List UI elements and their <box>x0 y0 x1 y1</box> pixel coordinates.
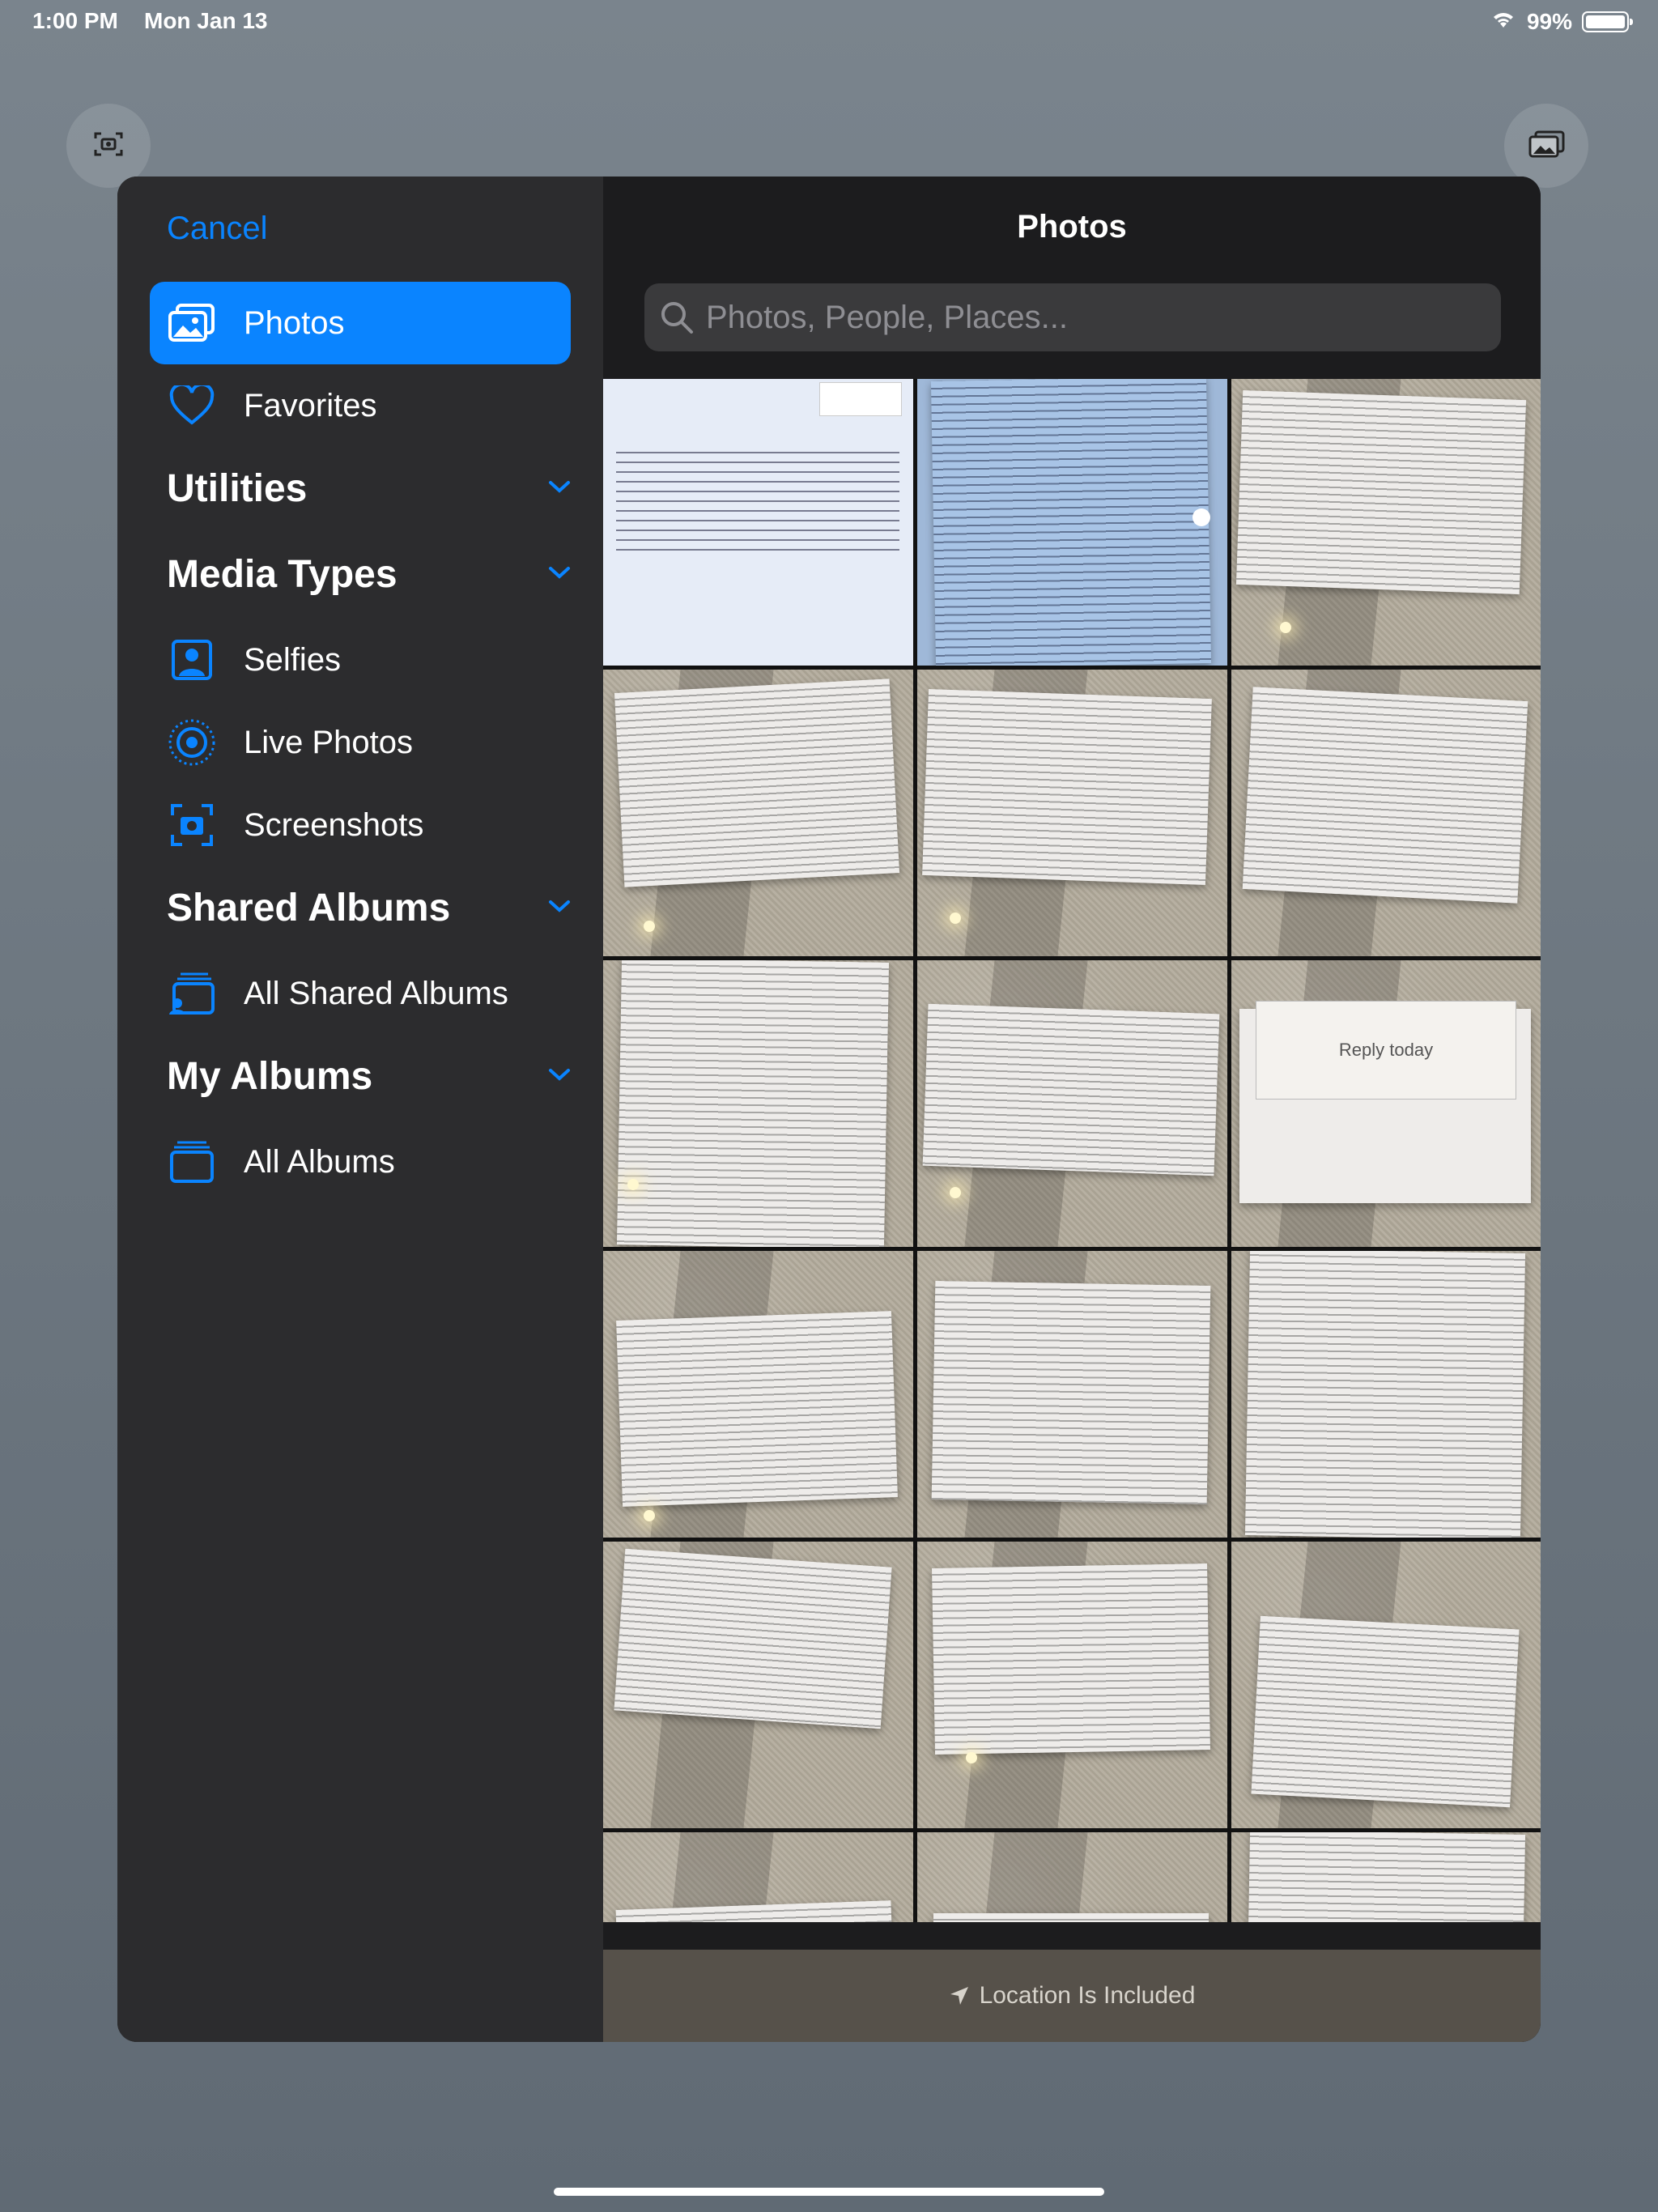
photo-thumbnail[interactable] <box>917 670 1227 956</box>
photos-icon <box>168 299 216 347</box>
location-arrow-icon <box>949 1985 970 2006</box>
chevron-down-icon <box>547 564 572 585</box>
sidebar-item-label: All Albums <box>244 1143 395 1180</box>
status-date: Mon Jan 13 <box>144 8 268 33</box>
section-title: Media Types <box>167 552 397 596</box>
sidebar-item-selfies[interactable]: Selfies <box>150 619 571 701</box>
shared-albums-icon <box>168 969 216 1018</box>
photo-thumbnail[interactable] <box>603 960 913 1247</box>
photo-browser: Photos Photos, People, Places... Reply t… <box>603 177 1541 2042</box>
status-time: 1:00 PM <box>32 8 118 33</box>
section-my-albums[interactable]: My Albums <box>167 1048 572 1104</box>
sidebar-item-live-photos[interactable]: Live Photos <box>150 701 571 784</box>
status-bar: 1:00 PM Mon Jan 13 99% <box>0 0 1658 45</box>
chevron-down-icon <box>547 898 572 918</box>
chevron-down-icon <box>547 479 572 499</box>
battery-percent: 99% <box>1526 8 1572 34</box>
photo-grid: Reply today <box>603 379 1541 1922</box>
photo-thumbnail[interactable] <box>603 1251 913 1538</box>
battery-icon <box>1582 11 1633 32</box>
location-footer-label: Location Is Included <box>979 1982 1196 2009</box>
photo-thumbnail[interactable] <box>917 960 1227 1247</box>
photo-library-button[interactable] <box>1504 104 1588 188</box>
photo-thumbnail[interactable] <box>1231 379 1541 666</box>
photo-thumbnail[interactable] <box>603 1542 913 1828</box>
sidebar-item-label: Live Photos <box>244 724 414 760</box>
photo-thumbnail[interactable] <box>603 379 913 666</box>
search-field[interactable]: Photos, People, Places... <box>644 283 1501 351</box>
live-photo-icon <box>168 718 216 767</box>
scan-icon <box>93 130 124 162</box>
section-title: Shared Albums <box>167 886 451 929</box>
sidebar-item-label: All Shared Albums <box>244 975 508 1011</box>
sidebar-item-label: Favorites <box>244 387 377 423</box>
screenshot-icon <box>168 801 216 849</box>
photo-thumbnail[interactable] <box>1231 1542 1541 1828</box>
cancel-button[interactable]: Cancel <box>167 211 268 247</box>
sidebar-item-screenshots[interactable]: Screenshots <box>150 784 571 866</box>
sidebar-item-all-shared-albums[interactable]: All Shared Albums <box>150 952 571 1035</box>
photo-thumbnail[interactable] <box>917 1542 1227 1828</box>
chevron-down-icon <box>547 1066 572 1087</box>
photo-thumbnail[interactable] <box>603 1832 913 1922</box>
reply-card: Reply today <box>1256 1001 1516 1100</box>
reply-card-title: Reply today <box>1338 1040 1434 1060</box>
section-title: Utilities <box>167 466 308 510</box>
photo-thumbnail[interactable] <box>1231 1251 1541 1538</box>
photo-thumbnail[interactable]: Reply today <box>1231 960 1541 1247</box>
photo-thumbnail[interactable] <box>1231 670 1541 956</box>
photo-thumbnail[interactable] <box>917 379 1227 666</box>
section-title: My Albums <box>167 1054 373 1098</box>
sidebar-item-all-albums[interactable]: All Albums <box>150 1121 571 1203</box>
search-icon <box>659 300 695 335</box>
photo-thumbnail[interactable] <box>917 1251 1227 1538</box>
sidebar-item-photos[interactable]: Photos <box>150 282 571 364</box>
section-media-types[interactable]: Media Types <box>167 546 572 602</box>
sidebar-item-label: Selfies <box>244 641 342 678</box>
sidebar-item-label: Screenshots <box>244 806 424 843</box>
sidebar-item-label: Photos <box>244 304 345 341</box>
albums-icon <box>168 1138 216 1186</box>
location-footer: Location Is Included <box>603 1950 1541 2042</box>
search-input[interactable]: Photos, People, Places... <box>706 300 1068 336</box>
wifi-icon <box>1490 8 1517 35</box>
page-title: Photos <box>1017 209 1127 245</box>
sidebar-item-favorites[interactable]: Favorites <box>150 364 571 447</box>
sidebar: Cancel Photos Favorites Utilities Media … <box>117 177 603 2042</box>
photo-thumbnail[interactable] <box>1231 1832 1541 1922</box>
photo-thumbnail[interactable] <box>603 670 913 956</box>
selfie-icon <box>168 636 216 684</box>
photo-thumbnail[interactable] <box>917 1832 1227 1922</box>
section-shared-albums[interactable]: Shared Albums <box>167 879 572 936</box>
scan-button[interactable] <box>66 104 151 188</box>
heart-icon <box>168 381 216 430</box>
home-indicator[interactable] <box>554 2188 1104 2196</box>
section-utilities[interactable]: Utilities <box>167 460 572 517</box>
photo-picker-modal: Cancel Photos Favorites Utilities Media … <box>117 177 1541 2042</box>
photo-library-icon <box>1528 130 1565 162</box>
